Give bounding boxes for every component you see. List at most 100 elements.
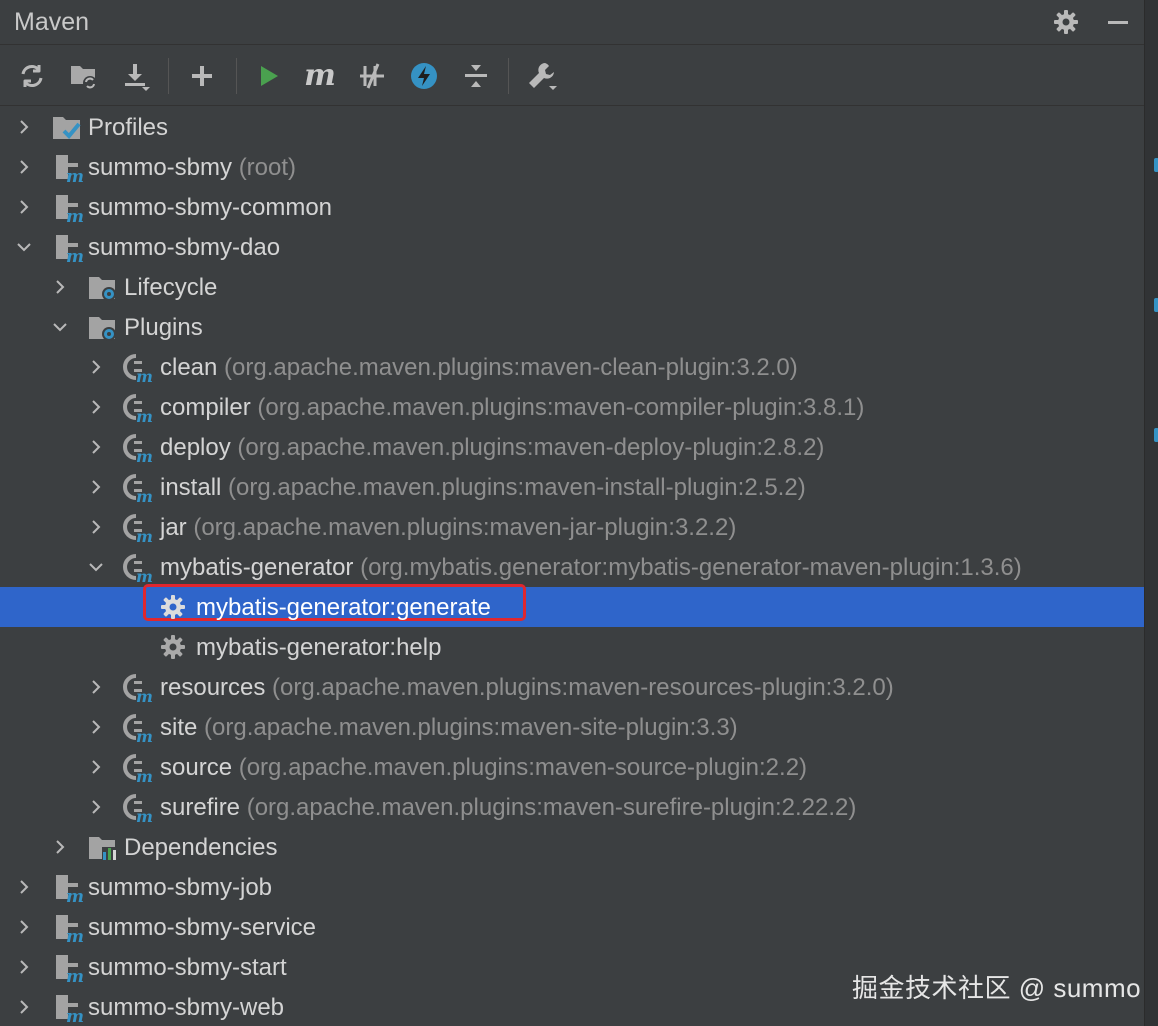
chevron-right-icon[interactable] (14, 117, 34, 137)
plugin-coordinates: (org.mybatis.generator:mybatis-generator… (360, 554, 1022, 581)
maven-module-icon: m (54, 153, 84, 187)
gutter-marker (1154, 158, 1158, 172)
plugin-name: install (160, 474, 222, 501)
tree-row-plugin-install[interactable]: m install (org.apache.maven.plugins:mave… (0, 467, 1144, 507)
tool-window-title: Maven (14, 8, 90, 36)
tree-row-label: summo-sbmy (root) (88, 154, 296, 182)
chevron-right-icon[interactable] (14, 997, 34, 1017)
tree-row-plugin-deploy[interactable]: m deploy (org.apache.maven.plugins:maven… (0, 427, 1144, 467)
plugin-coordinates: (org.apache.maven.plugins:maven-resource… (272, 674, 894, 701)
maven-tool-window: Maven m Profiles m summo-sbmy (root) m s… (0, 0, 1144, 1026)
tree-row-plugin-surefire[interactable]: m surefire (org.apache.maven.plugins:mav… (0, 787, 1144, 827)
chevron-right-icon[interactable] (86, 517, 106, 537)
tree-row-summo-sbmy-service[interactable]: m summo-sbmy-service (0, 907, 1144, 947)
add-project-icon[interactable] (184, 58, 220, 94)
chevron-right-icon[interactable] (86, 357, 106, 377)
gutter-marker (1154, 298, 1158, 312)
tree-row-label: mybatis-generator (org.mybatis.generator… (160, 554, 1022, 582)
generate-sources-icon[interactable] (66, 58, 102, 94)
chevron-down-icon[interactable] (14, 237, 34, 257)
tree-row-plugins[interactable]: Plugins (0, 307, 1144, 347)
plugin-name: clean (160, 354, 218, 381)
tree-row-summo-sbmy-common[interactable]: m summo-sbmy-common (0, 187, 1144, 227)
maven-module-icon: m (54, 913, 84, 947)
chevron-right-icon[interactable] (14, 157, 34, 177)
chevron-right-icon[interactable] (50, 837, 70, 857)
maven-plugin-icon: m (122, 513, 153, 546)
tree-row-plugin-site[interactable]: m site (org.apache.maven.plugins:maven-s… (0, 707, 1144, 747)
maven-plugin-icon: m (122, 753, 153, 786)
gear-icon[interactable] (1050, 6, 1082, 38)
tree-row-summo-sbmy-dao[interactable]: m summo-sbmy-dao (0, 227, 1144, 267)
svg-text:m: m (136, 407, 153, 423)
tool-window-header: Maven (0, 0, 1144, 45)
tree-row-label: Dependencies (124, 834, 278, 861)
plugin-coordinates: (org.apache.maven.plugins:maven-clean-pl… (224, 354, 798, 381)
tree-row-label: surefire (org.apache.maven.plugins:maven… (160, 794, 856, 822)
svg-text:m: m (66, 247, 84, 263)
chevron-down-icon[interactable] (50, 317, 70, 337)
chevron-right-icon[interactable] (14, 877, 34, 897)
toolbar-separator (508, 58, 509, 94)
download-sources-icon[interactable] (118, 58, 154, 94)
collapse-all-icon[interactable] (458, 58, 494, 94)
tree-row-plugin-jar[interactable]: m jar (org.apache.maven.plugins:maven-ja… (0, 507, 1144, 547)
tree-row-label: Plugins (124, 314, 203, 341)
module-qualifier: (root) (238, 154, 297, 181)
settings-wrench-icon[interactable] (524, 58, 560, 94)
plugin-name: mybatis-generator (160, 554, 354, 581)
execute-goal-icon[interactable]: m (302, 58, 338, 94)
maven-module-icon: m (54, 193, 84, 227)
chevron-right-icon[interactable] (14, 957, 34, 977)
tree-row-label: compiler (org.apache.maven.plugins:maven… (160, 394, 864, 422)
chevron-right-icon[interactable] (50, 277, 70, 297)
skip-tests-icon[interactable] (354, 58, 390, 94)
tree-row-plugin-source[interactable]: m source (org.apache.maven.plugins:maven… (0, 747, 1144, 787)
tree-row-summo-sbmy-job[interactable]: m summo-sbmy-job (0, 867, 1144, 907)
tree-row-plugin-resources[interactable]: m resources (org.apache.maven.plugins:ma… (0, 667, 1144, 707)
minimize-icon[interactable] (1102, 6, 1134, 38)
plugin-coordinates: (org.apache.maven.plugins:maven-surefire… (246, 794, 857, 821)
tree-row-label: deploy (org.apache.maven.plugins:maven-d… (160, 434, 824, 462)
chevron-right-icon[interactable] (86, 477, 106, 497)
svg-text:m: m (66, 967, 84, 983)
tree-row-goal-mybatis-generator-generate[interactable]: mybatis-generator:generate (0, 584, 1144, 627)
chevron-right-icon[interactable] (86, 717, 106, 737)
chevron-right-icon[interactable] (14, 197, 34, 217)
tree-row-label: mybatis-generator:generate (196, 594, 491, 621)
tree-row-summo-sbmy[interactable]: m summo-sbmy (root) (0, 147, 1144, 187)
run-icon[interactable] (250, 58, 286, 94)
dependencies-folder-icon (88, 833, 118, 863)
toolbar-separator (168, 58, 169, 94)
chevron-right-icon[interactable] (86, 397, 106, 417)
tree-row-profiles[interactable]: Profiles (0, 107, 1144, 147)
maven-plugin-icon: m (122, 713, 153, 746)
tree-row-plugin-compiler[interactable]: m compiler (org.apache.maven.plugins:mav… (0, 387, 1144, 427)
chevron-right-icon[interactable] (86, 677, 106, 697)
tree-row-label: install (org.apache.maven.plugins:maven-… (160, 474, 806, 502)
plugin-coordinates: (org.apache.maven.plugins:maven-install-… (228, 474, 806, 501)
tree-row-plugin-clean[interactable]: m clean (org.apache.maven.plugins:maven-… (0, 347, 1144, 387)
svg-text:m: m (136, 567, 153, 583)
svg-text:m: m (66, 927, 84, 943)
maven-plugin-icon: m (122, 793, 153, 826)
tree-row-label: mybatis-generator:help (196, 634, 442, 661)
tree-row-lifecycle[interactable]: Lifecycle (0, 267, 1144, 307)
chevron-right-icon[interactable] (14, 917, 34, 937)
chevron-right-icon[interactable] (86, 437, 106, 457)
tree-row-label: jar (org.apache.maven.plugins:maven-jar-… (160, 514, 736, 542)
chevron-down-icon[interactable] (86, 557, 106, 577)
maven-toolbar: m (0, 46, 1144, 106)
maven-plugin-icon: m (122, 473, 153, 506)
plugin-name: source (160, 754, 233, 781)
chevron-right-icon[interactable] (86, 757, 106, 777)
tree-row-plugin-mybatis-generator[interactable]: m mybatis-generator (org.mybatis.generat… (0, 547, 1144, 587)
tree-row-dependencies[interactable]: Dependencies (0, 827, 1144, 867)
offline-mode-icon[interactable] (406, 58, 442, 94)
chevron-right-icon[interactable] (86, 797, 106, 817)
tree-row-goal-mybatis-generator-help[interactable]: mybatis-generator:help (0, 627, 1144, 667)
maven-module-icon: m (54, 953, 84, 987)
reload-all-icon[interactable] (14, 58, 50, 94)
svg-text:m: m (66, 1007, 84, 1023)
tree-row-label: clean (org.apache.maven.plugins:maven-cl… (160, 354, 798, 382)
